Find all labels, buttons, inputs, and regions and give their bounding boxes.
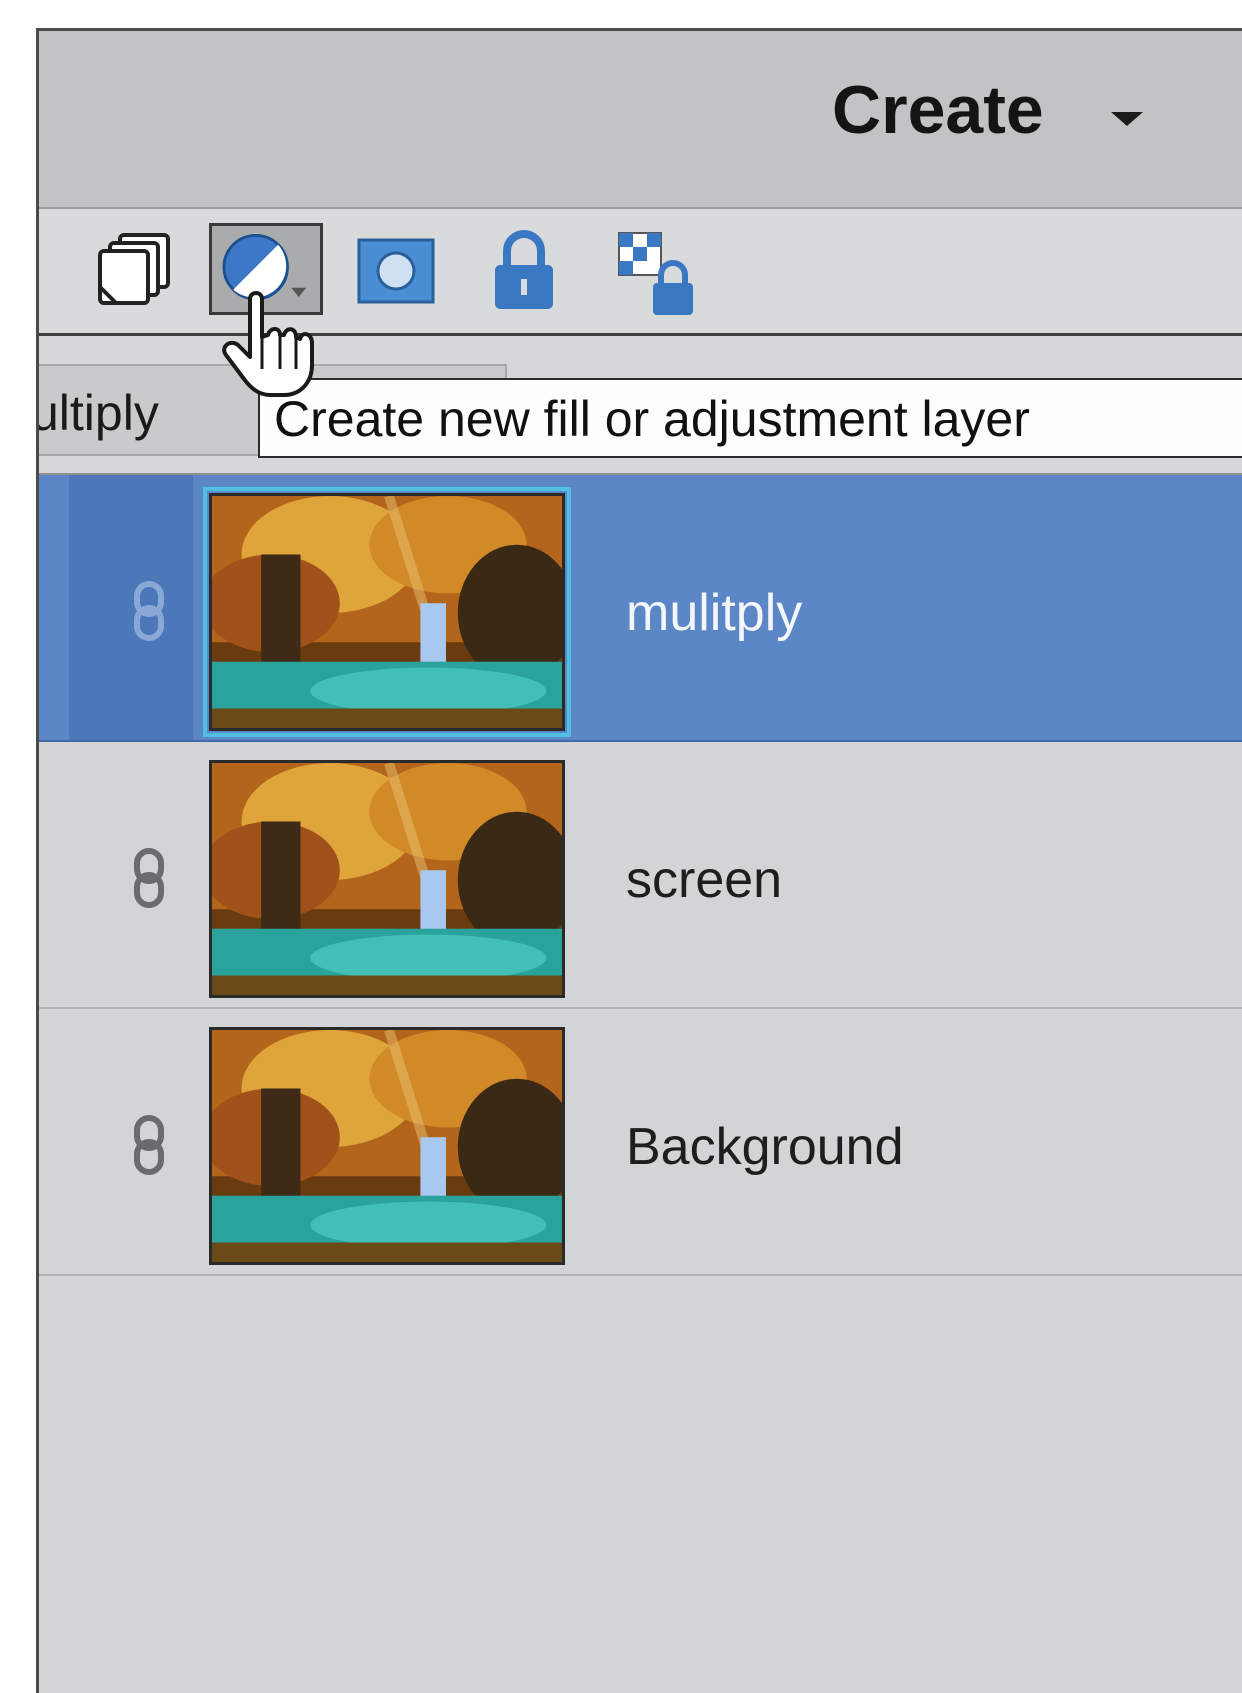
- lock-transparent-button[interactable]: [617, 231, 697, 317]
- forest-waterfall-thumbnail: [212, 496, 562, 728]
- hand-cursor-icon: [222, 291, 314, 397]
- forest-waterfall-thumbnail: [212, 1030, 562, 1262]
- blend-mode-value: ultiply: [36, 385, 159, 441]
- layers-panel: Create ultiply Create new fill or adjust…: [36, 28, 1242, 1693]
- layer-thumbnail[interactable]: [203, 487, 571, 737]
- layer-thumbnail[interactable]: [209, 1027, 565, 1265]
- tooltip-text: Create new fill or adjustment layer: [274, 391, 1030, 447]
- link-icon[interactable]: [129, 1114, 169, 1176]
- stacked-pages-icon: [98, 233, 170, 305]
- layer-name[interactable]: screen: [626, 850, 782, 910]
- padlock-icon: [495, 230, 553, 309]
- layer-thumbnail[interactable]: [209, 760, 565, 998]
- lock-all-button[interactable]: [489, 227, 559, 313]
- link-icon[interactable]: [129, 580, 169, 642]
- checker-lock-icon: [618, 232, 693, 315]
- layer-name[interactable]: Background: [626, 1117, 904, 1177]
- layer-gutter: [69, 1009, 193, 1274]
- layer-name[interactable]: mulitply: [626, 583, 802, 643]
- new-layer-button[interactable]: [94, 231, 174, 311]
- layer-gutter: [69, 475, 193, 740]
- layer-gutter: [69, 742, 193, 1007]
- chevron-down-icon[interactable]: [1111, 112, 1143, 126]
- layer-row-background[interactable]: Background: [39, 1009, 1242, 1276]
- layer-mask-button[interactable]: [356, 237, 436, 305]
- mask-icon: [357, 238, 435, 304]
- tooltip: Create new fill or adjustment layer: [258, 378, 1242, 458]
- layer-row-screen[interactable]: screen: [39, 742, 1242, 1009]
- panel-header: Create: [39, 31, 1242, 209]
- layer-row-mulitply[interactable]: mulitply: [39, 475, 1242, 742]
- forest-waterfall-thumbnail: [212, 763, 562, 995]
- link-icon[interactable]: [129, 847, 169, 909]
- create-menu-label[interactable]: Create: [832, 71, 1044, 149]
